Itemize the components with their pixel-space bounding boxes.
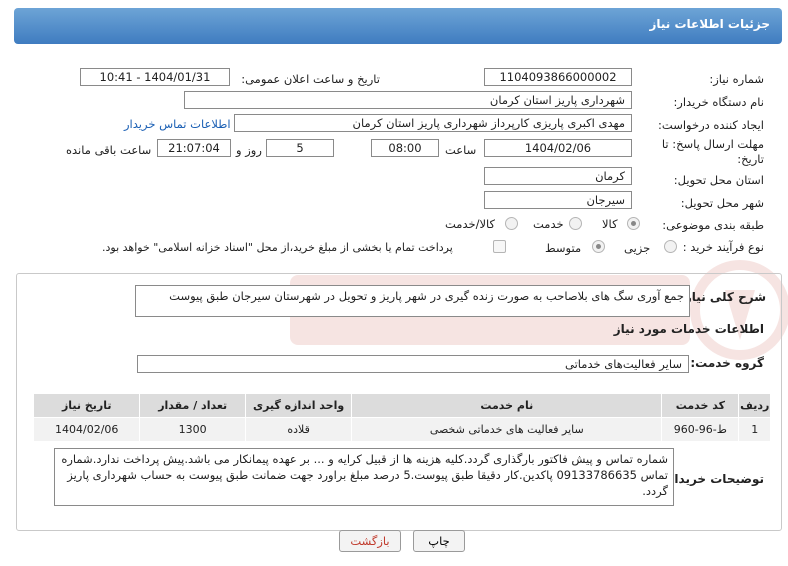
city-field[interactable]: سیرجان — [484, 191, 632, 209]
category-option-goods-service: کالا/خدمت — [445, 217, 496, 231]
cell-need-date: 1404/02/06 — [32, 417, 141, 442]
deadline-time-field[interactable]: 08:00 — [371, 139, 439, 157]
category-radio-goods[interactable] — [627, 217, 640, 230]
cell-quantity: 1300 — [139, 417, 246, 442]
remaining-days-field[interactable]: 5 — [266, 139, 334, 157]
remaining-days-label: روز و — [236, 143, 262, 157]
deadline-time-label: ساعت — [445, 143, 477, 157]
buyer-notes-textarea[interactable]: شماره تماس و پیش فاکتور بارگذاری گردد.کل… — [54, 448, 674, 506]
services-section-title: اطلاعات خدمات مورد نیاز — [613, 322, 764, 336]
back-button[interactable]: بازگشت — [339, 530, 401, 552]
col-header-need-date: تاریخ نیاز — [32, 393, 141, 418]
category-radio-goods-service[interactable] — [505, 217, 518, 230]
category-option-service: خدمت — [533, 217, 564, 231]
category-option-goods: کالا — [602, 217, 618, 231]
deadline-label: مهلت ارسال پاسخ: تا تاریخ: — [661, 137, 764, 166]
table-row: 1 ط-96-960 سایر فعالیت های خدماتی شخصی ق… — [32, 417, 771, 442]
col-header-quantity: تعداد / مقدار — [139, 393, 246, 418]
city-label: شهر محل تحویل: — [680, 196, 764, 210]
service-group-field[interactable]: سایر فعالیت‌های خدماتی — [137, 355, 689, 373]
page-header: جزئیات اطلاعات نیاز — [14, 8, 782, 44]
cell-service-name: سایر فعالیت های خدماتی شخصی — [351, 417, 663, 442]
col-header-service-code: کد خدمت — [661, 393, 740, 418]
process-radio-minor[interactable] — [664, 240, 677, 253]
process-option-medium: متوسط — [545, 241, 582, 255]
creator-field[interactable]: مهدی اکبری پاریزی کارپرداز شهرداری پاریز… — [234, 114, 632, 132]
need-number-field[interactable]: 1104093866000002 — [484, 68, 632, 86]
buyer-notes-label: توضیحات خریدار: — [662, 472, 764, 486]
deadline-date-field[interactable]: 1404/02/06 — [484, 139, 632, 157]
province-field[interactable]: کرمان — [484, 167, 632, 185]
buyer-org-label: نام دستگاه خریدار: — [673, 95, 764, 109]
announce-datetime-field[interactable]: 1404/01/31 - 10:41 — [80, 68, 230, 86]
process-radio-medium[interactable] — [592, 240, 605, 253]
announce-label: تاریخ و ساعت اعلان عمومی: — [241, 72, 380, 86]
category-label: طبقه بندی موضوعی: — [662, 218, 764, 232]
creator-label: ایجاد کننده درخواست: — [658, 118, 764, 132]
col-header-unit: واحد اندازه گیری — [244, 393, 353, 418]
cell-row-number: 1 — [738, 417, 771, 442]
summary-textarea[interactable]: جمع آوری سگ های بلاصاحب به صورت زنده گیر… — [135, 285, 690, 317]
buyer-org-field[interactable]: شهرداری پاریز استان کرمان — [184, 91, 632, 109]
services-table: ردیف کد خدمت نام خدمت واحد اندازه گیری ت… — [32, 393, 771, 442]
cell-service-code: ط-96-960 — [661, 417, 740, 442]
process-label: نوع فرآیند خرید : — [682, 240, 764, 254]
col-header-row-number: ردیف — [738, 393, 771, 418]
treasury-payment-note: پرداخت تمام یا بخشی از مبلغ خرید،از محل … — [102, 241, 453, 254]
need-number-label: شماره نیاز: — [709, 72, 764, 86]
print-button[interactable]: چاپ — [413, 530, 465, 552]
cell-unit: قلاده — [244, 417, 353, 442]
remaining-time-field[interactable]: 21:07:04 — [157, 139, 231, 157]
buyer-contact-link[interactable]: اطلاعات تماس خریدار — [124, 117, 231, 131]
services-table-header-row: ردیف کد خدمت نام خدمت واحد اندازه گیری ت… — [32, 393, 771, 418]
summary-label: شرح کلی نیاز: — [680, 290, 766, 304]
process-option-minor: جزیی — [624, 241, 651, 255]
page-title: جزئیات اطلاعات نیاز — [649, 17, 770, 31]
treasury-payment-checkbox[interactable] — [493, 240, 506, 253]
remaining-time-label: ساعت باقی مانده — [66, 143, 152, 157]
province-label: استان محل تحویل: — [673, 173, 764, 187]
category-radio-service[interactable] — [569, 217, 582, 230]
col-header-service-name: نام خدمت — [351, 393, 663, 418]
service-group-label: گروه خدمت: — [690, 356, 764, 370]
